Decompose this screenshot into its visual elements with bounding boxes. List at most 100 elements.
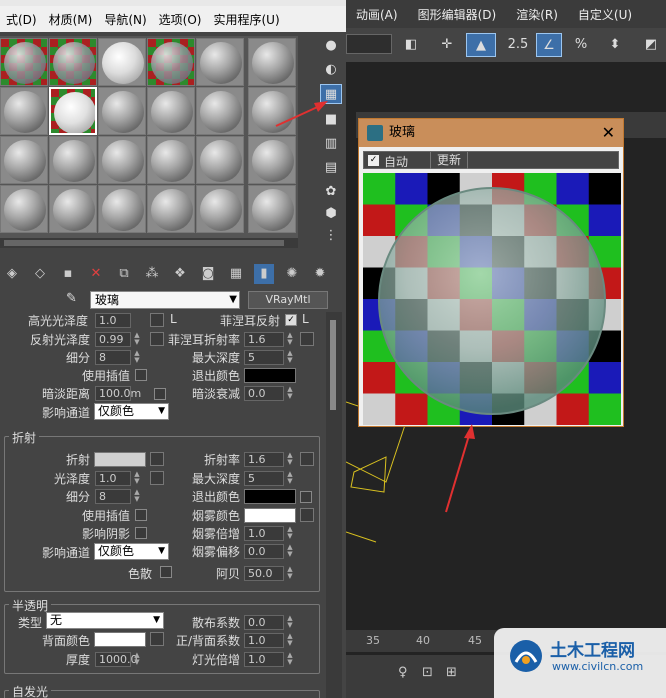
menu-item-navigation[interactable]: 导航(N) — [98, 11, 152, 28]
put-to-library-icon[interactable]: ❖ — [170, 264, 190, 284]
refr-use-interp-checkbox[interactable] — [135, 509, 147, 521]
edit-named-sets-icon[interactable]: ◩ — [638, 33, 664, 57]
spinner-icon[interactable]: ▲ ▼ — [286, 566, 294, 581]
spinner-icon[interactable]: ▲ ▼ — [133, 332, 141, 347]
show-end-result-icon[interactable]: ▮ — [254, 264, 274, 284]
eyedropper-icon[interactable]: ✎ — [66, 291, 77, 306]
make-unique-icon[interactable]: ⁂ — [142, 264, 162, 284]
menu-item-animation[interactable]: 动画(A) — [346, 6, 408, 23]
refr-affect-ch-select[interactable]: 仅颜色 ▼ — [94, 543, 169, 560]
material-slot[interactable] — [0, 87, 48, 135]
trans-type-select[interactable]: 无 ▼ — [46, 612, 164, 629]
spinner-icon[interactable]: ▲ ▼ — [286, 332, 294, 347]
material-slot[interactable] — [98, 87, 146, 135]
sample-uv-tiling-icon[interactable]: ■ — [320, 110, 342, 130]
affect-channels-select[interactable]: 仅颜色 ▼ — [94, 403, 169, 420]
gloss-input[interactable]: 1.0 — [95, 313, 131, 328]
ior-input[interactable]: 1.6 — [244, 452, 284, 467]
max-depth-input[interactable]: 5 — [244, 350, 284, 365]
angle-snap-icon[interactable]: ∠ — [536, 33, 562, 57]
select-by-material-icon[interactable]: ⬢ — [320, 204, 342, 224]
fresnel-checkbox[interactable]: ✓ — [285, 314, 297, 326]
show-map-in-viewport-icon[interactable]: ▦ — [226, 264, 246, 284]
material-slot[interactable] — [49, 185, 97, 233]
material-slot[interactable] — [196, 185, 244, 233]
spinner-snap-icon[interactable]: ⬍ — [602, 33, 628, 57]
menu-item-utilities[interactable]: 实用程序(U) — [207, 11, 285, 28]
menu-item-customize[interactable]: 自定义(U) — [568, 6, 642, 23]
material-slot[interactable] — [196, 87, 244, 135]
named-selection-icon[interactable]: ◧ — [398, 33, 424, 57]
fog-color-map-button[interactable] — [300, 508, 314, 522]
get-material-icon[interactable]: ◈ — [2, 264, 22, 284]
go-to-parent-icon[interactable]: ✺ — [282, 264, 302, 284]
fresnel-ior-input[interactable]: 1.6 — [244, 332, 284, 347]
material-slot[interactable] — [147, 87, 195, 135]
use-interp-checkbox[interactable] — [135, 369, 147, 381]
material-slot[interactable] — [49, 136, 97, 184]
spinner-icon[interactable]: ▲ ▼ — [286, 526, 294, 541]
material-slot-selected[interactable] — [49, 87, 97, 135]
fog-mult-input[interactable]: 1.0 — [244, 526, 284, 541]
material-slot[interactable] — [98, 38, 146, 86]
spinner-icon[interactable]: ▲ ▼ — [286, 615, 294, 630]
menu-item-options[interactable]: 选项(O) — [153, 11, 208, 28]
refr-gloss-map-button[interactable] — [150, 471, 164, 485]
refr-gloss-input[interactable]: 1.0 — [95, 471, 131, 486]
menu-item-graph-editors[interactable]: 图形编辑器(D) — [408, 6, 507, 23]
snap-toggle-icon[interactable]: 2.5 — [504, 33, 532, 57]
spinner-icon[interactable]: ▲ ▼ — [133, 489, 141, 504]
gloss-map-button[interactable] — [150, 313, 164, 327]
key-icon[interactable]: ♀ — [398, 665, 408, 680]
dim-dist-input[interactable]: 100.0m — [95, 386, 141, 401]
material-slot[interactable] — [98, 185, 146, 233]
assign-to-selection-icon[interactable]: ▪ — [58, 264, 78, 284]
go-forward-sibling-icon[interactable]: ✹ — [310, 264, 330, 284]
material-slot[interactable] — [147, 136, 195, 184]
material-slot[interactable] — [49, 38, 97, 86]
back-color-map-button[interactable] — [150, 632, 164, 646]
material-slot[interactable] — [248, 185, 296, 233]
move-icon[interactable]: ✛ — [434, 33, 460, 57]
close-icon[interactable]: ✕ — [602, 119, 615, 147]
lock-icon[interactable]: ⊡ — [422, 665, 433, 680]
make-copy-icon[interactable]: ⧉ — [114, 264, 134, 284]
material-slot[interactable] — [0, 136, 48, 184]
spinner-icon[interactable]: ▲ ▼ — [133, 652, 141, 667]
dim-dist-checkbox[interactable] — [154, 388, 166, 400]
spinner-icon[interactable]: ▲ ▼ — [286, 652, 294, 667]
thickness-input[interactable]: 1000.0 — [95, 652, 138, 667]
back-color-swatch[interactable] — [94, 632, 146, 647]
menu-item-mode[interactable]: 式(D) — [0, 11, 43, 28]
refl-gloss-map-button[interactable] — [150, 332, 164, 346]
reset-map-icon[interactable]: ✕ — [86, 264, 106, 284]
spinner-icon[interactable]: ▲ ▼ — [286, 350, 294, 365]
dim-falloff-input[interactable]: 0.0 — [244, 386, 284, 401]
video-color-check-icon[interactable]: ▥ — [320, 134, 342, 154]
spinner-icon[interactable]: ▲ ▼ — [286, 386, 294, 401]
backlight-icon[interactable]: ◐ — [320, 60, 342, 80]
refr-subdivs-input[interactable]: 8 — [95, 489, 131, 504]
affect-shadows-checkbox[interactable] — [135, 527, 147, 539]
spinner-icon[interactable]: ▲ ▼ — [286, 633, 294, 648]
material-slot[interactable] — [147, 38, 195, 86]
fog-bias-input[interactable]: 0.0 — [244, 544, 284, 559]
put-to-scene-icon[interactable]: ◇ — [30, 264, 50, 284]
material-slot[interactable] — [248, 38, 296, 86]
refl-gloss-input[interactable]: 0.99 — [95, 332, 131, 347]
material-type-button[interactable]: VRayMtl — [248, 291, 328, 309]
sample-type-icon[interactable]: ● — [320, 36, 342, 56]
material-name-field[interactable]: 玻璃 ▼ — [90, 291, 240, 309]
exit-color-swatch[interactable] — [244, 368, 296, 383]
material-slot[interactable] — [248, 136, 296, 184]
menu-item-rendering[interactable]: 渲染(R) — [506, 6, 568, 23]
spinner-icon[interactable]: ▲ ▼ — [286, 471, 294, 486]
material-slot[interactable] — [196, 136, 244, 184]
make-preview-icon[interactable]: ▤ — [320, 158, 342, 178]
material-slot[interactable] — [0, 38, 48, 86]
auto-checkbox[interactable]: ✓ — [368, 155, 379, 166]
fresnel-ior-map-button[interactable] — [300, 332, 314, 346]
spinner-icon[interactable]: ▲ ▼ — [133, 471, 141, 486]
spinner-icon[interactable]: ▲ ▼ — [133, 350, 141, 365]
material-map-navigator-icon[interactable]: ⋮ — [320, 226, 342, 246]
